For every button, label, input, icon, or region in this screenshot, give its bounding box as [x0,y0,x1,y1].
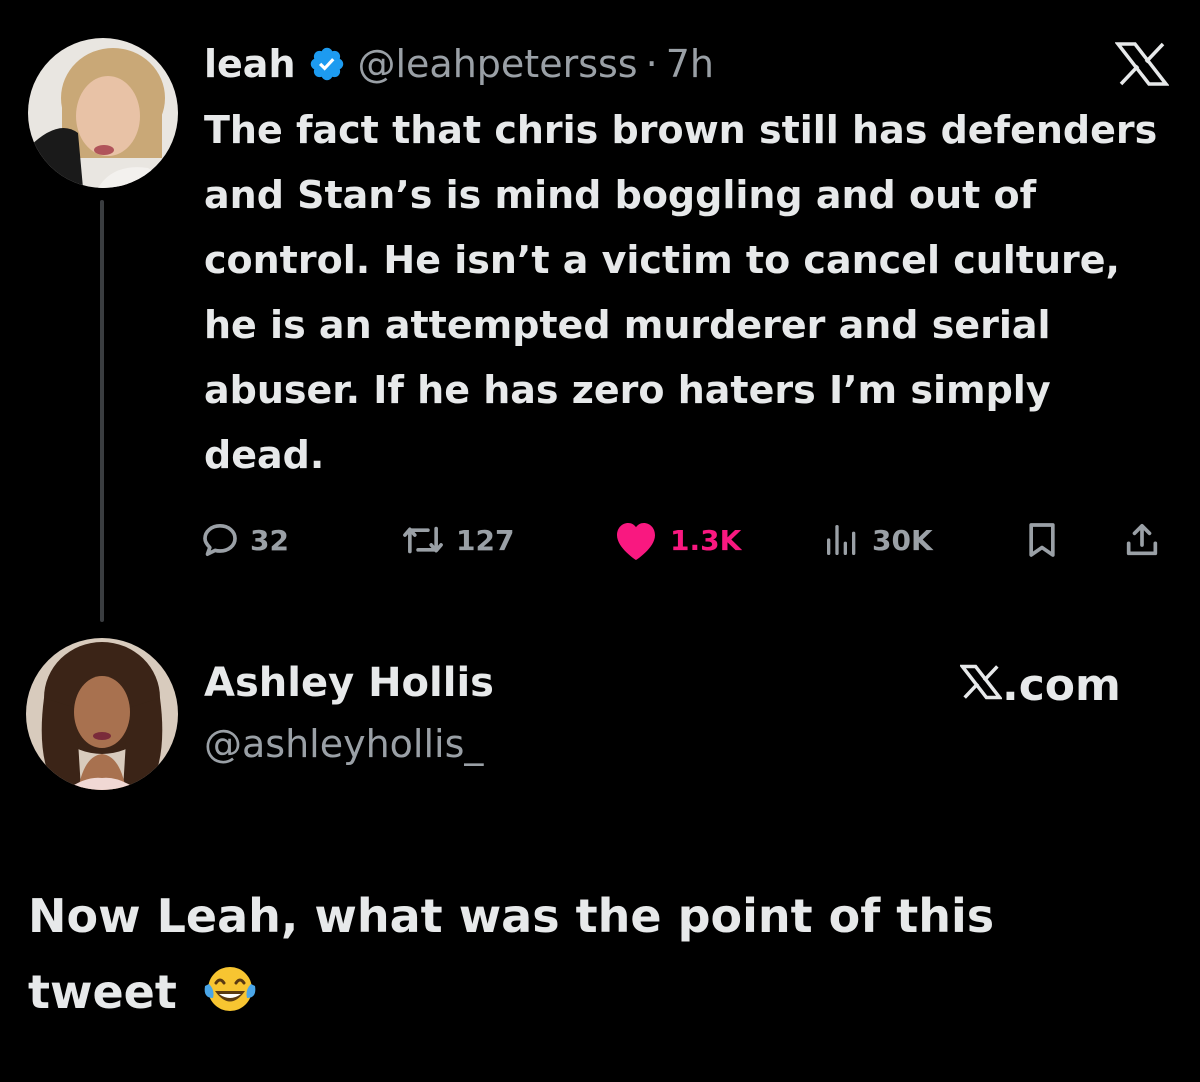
heart-filled-icon [612,518,660,562]
laughing-tears-emoji-icon [201,962,259,1038]
share-upload-icon [1122,520,1162,560]
quoted-account-name[interactable]: Ashley Hollis [204,660,494,706]
avatar-ashley-hollis[interactable] [26,638,178,790]
verified-badge-icon [308,45,346,83]
author-display-name[interactable]: leah [204,42,296,86]
avatar-leah[interactable] [28,38,178,188]
x-logo-icon [958,660,1004,711]
author-handle[interactable]: @leahpetersss [358,42,638,86]
reply-bubble-icon [200,520,240,560]
x-logo-icon[interactable] [1114,42,1170,90]
bar-chart-icon [822,520,862,560]
caption-body: Now Leah, what was the point of this twe… [28,889,995,1019]
repost-arrows-icon [400,520,446,560]
tweet-header: leah @leahpetersss · 7h [204,36,714,92]
share-button[interactable] [1122,512,1162,568]
tweet-action-bar: 32 127 1.3K 30K [200,512,1170,568]
tweet-body-text: The fact that chris brown still has defe… [204,108,1158,477]
separator-dot: · [645,42,658,86]
repost-button[interactable]: 127 [400,512,514,568]
like-button[interactable]: 1.3K [612,512,741,568]
reply-button[interactable]: 32 [200,512,289,568]
caption-text: Now Leah, what was the point of this twe… [28,878,1128,1038]
repost-count: 127 [456,523,515,557]
reply-count: 32 [250,523,289,557]
x-com-link[interactable]: .com [958,660,1121,711]
thread-connector-line [100,200,104,622]
views-count: 30K [872,523,933,557]
tweet-timestamp[interactable]: 7h [666,42,714,86]
bookmark-button[interactable] [1022,512,1062,568]
bookmark-icon [1022,520,1062,560]
quoted-account-handle[interactable]: @ashleyhollis_ [204,722,483,766]
x-com-label: .com [1002,660,1121,711]
like-count: 1.3K [670,523,742,557]
views-button[interactable]: 30K [822,512,933,568]
